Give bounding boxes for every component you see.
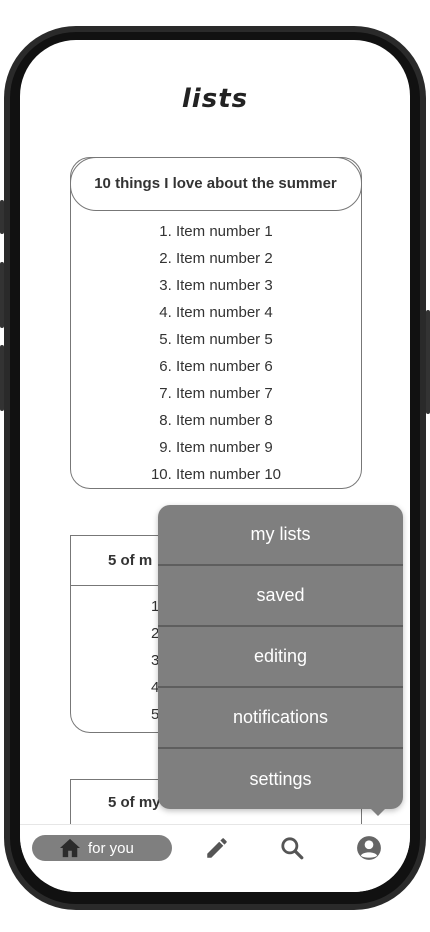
- menu-item-my-lists[interactable]: my lists: [158, 505, 403, 566]
- list-item: 2. Item number 2: [159, 250, 273, 267]
- list-card-header: 10 things I love about the summer: [69, 156, 362, 211]
- list-item: 7. Item number 7: [159, 385, 273, 402]
- menu-item-settings[interactable]: settings: [158, 749, 403, 809]
- list-card[interactable]: 10 things I love about the summer 1. Ite…: [69, 156, 362, 489]
- volume-down-button: [0, 345, 4, 411]
- profile-icon[interactable]: [356, 835, 382, 861]
- side-button: [0, 200, 4, 234]
- pencil-icon[interactable]: [204, 835, 230, 861]
- home-icon: [60, 838, 80, 858]
- tab-bar: for you: [20, 824, 410, 892]
- list-item: 1. Item number 1: [159, 223, 273, 240]
- search-icon[interactable]: [279, 835, 305, 861]
- tab-for-you-label: for you: [88, 839, 134, 857]
- list-items: 1. Item number 1 2. Item number 2 3. Ite…: [71, 218, 361, 488]
- list-item: 9. Item number 9: [159, 439, 273, 456]
- profile-menu: my lists saved editing notifications set…: [158, 505, 403, 809]
- menu-item-notifications[interactable]: notifications: [158, 688, 403, 749]
- tab-for-you[interactable]: for you: [32, 835, 172, 861]
- list-item: 4. Item number 4: [159, 304, 273, 321]
- power-button: [426, 310, 430, 414]
- volume-up-button: [0, 262, 4, 328]
- menu-item-saved[interactable]: saved: [158, 566, 403, 627]
- screen: lists 10 things I love about the summer …: [20, 40, 410, 892]
- list-item: 8. Item number 8: [159, 412, 273, 429]
- list-item: 10. Item number 10: [150, 466, 282, 483]
- list-item: 3. Item number 3: [159, 277, 273, 294]
- list-item: 5. Item number 5: [159, 331, 273, 348]
- menu-item-editing[interactable]: editing: [158, 627, 403, 688]
- menu-pointer: [368, 806, 388, 816]
- page-title: lists: [181, 84, 249, 114]
- list-item: 6. Item number 6: [159, 358, 273, 375]
